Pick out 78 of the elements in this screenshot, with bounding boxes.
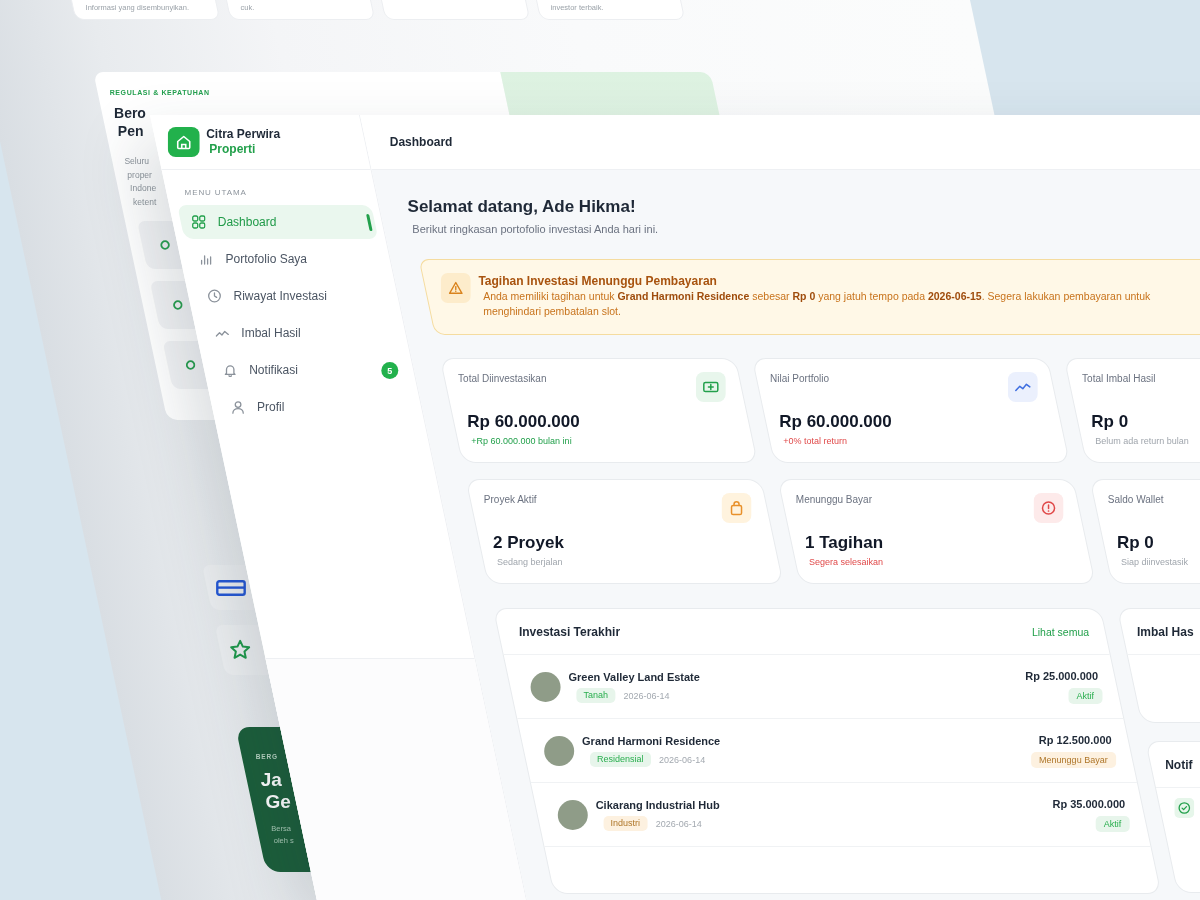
grid-icon [191,215,206,229]
promo-title: Ge [265,791,291,813]
stat-note: +Rp 60.000.000 bulan ini [471,435,572,447]
panel-title: Notif [1165,757,1193,772]
stat-note: Sedang berjalan [497,556,563,568]
bar-chart-icon [199,252,214,266]
stat-value: 1 Tagihan [804,532,884,554]
credit-card-icon [215,579,246,596]
panel-title: Imbal Has [1136,624,1194,639]
page-title: Dashboard [389,135,453,149]
investment-name: Green Valley Land Estate [568,670,700,684]
active-indicator [365,213,373,231]
star-icon [229,639,252,661]
panel-title: Investasi Terakhir [518,624,620,639]
section-text: Indone [130,182,157,195]
nav-item[interactable]: Profil [216,390,418,424]
investment-name: Grand Harmoni Residence [582,734,721,748]
stat-label: Menunggu Bayar [795,493,872,507]
section-text: Seluru [124,155,149,168]
investment-date: 2026-06-14 [622,690,669,701]
stat-label: Nilai Portfolio [770,372,830,386]
category-tag: Industri [603,816,648,831]
brand-name: Citra Perwira [206,127,281,142]
investment-date: 2026-06-14 [655,818,702,829]
section-text: proper [127,168,152,182]
nav-item[interactable]: Notifikasi 5 [208,353,410,387]
section-title: Pen [117,122,144,140]
banknote-icon [695,372,726,402]
investment-name: Cikarang Industrial Hub [595,798,720,812]
nav-item[interactable]: Imbal Hasil [200,316,402,350]
stat-note: Segera selesaikan [809,556,884,568]
status-badge: Aktif [1069,688,1103,704]
photo-placeholder [557,799,588,830]
brand-subtitle: Properti [209,142,256,157]
clock-icon [207,289,222,303]
bag-icon [721,493,752,523]
photo-placeholder [544,735,575,766]
stat-note: Belum ada return bulan [1095,435,1189,447]
category-tag: Residensial [590,752,651,767]
view-all-link[interactable]: Lihat semua [1031,625,1089,638]
stat-value: Rp 60.000.000 [467,411,580,433]
welcome-subtitle: Berikut ringkasan portofolio investasi Anda hari ini. [412,222,659,237]
stat-value: Rp 0 [1116,532,1154,554]
category-tag: Tanah [576,688,615,703]
stat-value: 2 Proyek [492,532,564,554]
stat-value: Rp 0 [1091,411,1129,433]
stat-label: Total Imbal Hasil [1082,372,1156,386]
circle-icon [172,300,183,310]
stat-label: Saldo Wallet [1107,493,1164,507]
circle-icon [185,360,196,370]
menu-heading: MENU UTAMA [184,188,247,198]
investment-amount: Rp 35.000.000 [1052,797,1126,811]
house-icon [167,127,200,157]
alert-title: Tagihan Investasi Menunggu Pembayaran [478,274,717,289]
nav-item[interactable]: Portofolio Saya [185,242,387,276]
stat-label: Proyek Aktif [483,493,537,507]
investment-date: 2026-06-14 [658,754,705,765]
line-chart-icon [1007,372,1038,402]
investment-amount: Rp 25.000.000 [1025,669,1099,683]
section-title: Bero [114,104,146,122]
alert-message: Anda memiliki tagihan untuk Grand Harmoni Residence sebesar Rp 0 yang jatuh tempo pada 2026-06-15. Segera lakukan pembayaran untuk menghindari pembatalan slot. [483,289,1152,319]
user-icon [231,400,246,414]
nav-item[interactable]: Riwayat Investasi [192,279,395,313]
notification-badge: 5 [381,361,399,379]
circle-icon [160,240,171,250]
status-badge: Aktif [1096,816,1130,832]
warning-icon [440,273,471,303]
welcome-heading: Selamat datang, Ade Hikma! [407,196,636,218]
stat-value: Rp 60.000.000 [779,411,892,433]
investment-amount: Rp 12.500.000 [1039,733,1112,747]
bell-icon [223,363,238,377]
stat-note: Siap diinvestasik [1121,556,1189,568]
photo-placeholder [530,671,561,702]
stat-label: Total Diinvestasikan [458,372,547,386]
promo-title: Ja [260,769,282,791]
status-badge: Menunggu Bayar [1031,752,1117,768]
stat-note: +0% total return [783,435,848,447]
section-text: ketent [133,195,157,209]
